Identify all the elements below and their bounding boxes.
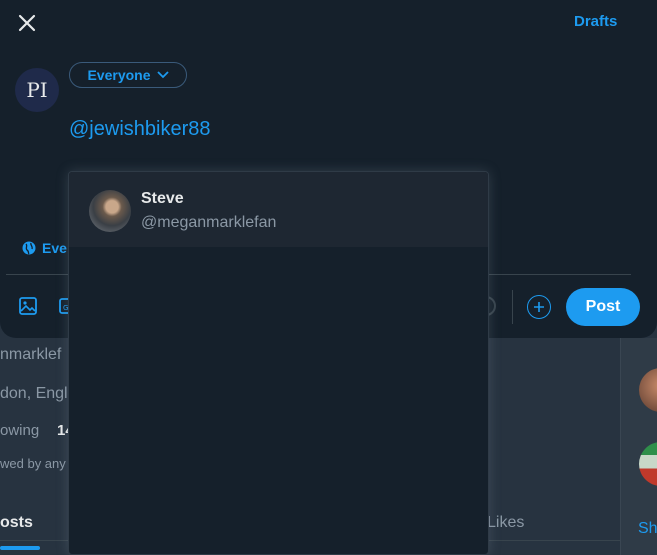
close-icon bbox=[18, 14, 36, 32]
toolbar-separator bbox=[512, 290, 513, 324]
bg-tab-posts[interactable]: osts bbox=[0, 514, 33, 532]
audience-selector[interactable]: Everyone bbox=[69, 62, 187, 88]
plus-icon bbox=[534, 302, 544, 312]
drafts-link[interactable]: Drafts bbox=[574, 13, 617, 30]
bg-handle: nmarklef bbox=[0, 346, 62, 363]
audience-label: Everyone bbox=[87, 67, 151, 83]
bg-right-column: Sh bbox=[620, 338, 657, 555]
gif-button[interactable]: G bbox=[58, 296, 68, 318]
close-button[interactable] bbox=[14, 10, 40, 36]
bg-avatar-1 bbox=[639, 368, 657, 412]
avatar[interactable]: PI bbox=[15, 68, 59, 112]
gif-icon: G bbox=[59, 298, 68, 314]
suggestion-handle: @meganmarklefan bbox=[141, 214, 277, 231]
suggestion-name: Steve bbox=[141, 190, 184, 207]
media-button[interactable] bbox=[18, 296, 40, 318]
bg-right-link[interactable]: Sh bbox=[638, 520, 657, 538]
bg-tab-underline bbox=[0, 546, 40, 550]
bg-location: don, Engla bbox=[0, 385, 77, 402]
reply-setting-button[interactable]: Eve bbox=[22, 240, 67, 256]
reply-setting-label: Eve bbox=[42, 240, 67, 256]
post-button[interactable]: Post bbox=[566, 288, 640, 326]
add-post-button[interactable] bbox=[527, 295, 551, 319]
compose-textarea[interactable]: @jewishbiker88 bbox=[69, 118, 210, 141]
bg-tab-likes[interactable]: Likes bbox=[487, 514, 524, 532]
chevron-down-icon bbox=[156, 71, 169, 79]
mention-suggestion-item[interactable]: Steve @meganmarklefan bbox=[69, 172, 488, 247]
image-icon bbox=[19, 297, 37, 315]
bg-viewed-text: wed by any bbox=[0, 456, 66, 471]
bg-following-label: owing bbox=[0, 422, 40, 439]
globe-icon bbox=[22, 241, 36, 255]
mention-dropdown: Steve @meganmarklefan bbox=[68, 171, 489, 555]
bg-avatar-2 bbox=[639, 442, 657, 486]
avatar bbox=[89, 190, 131, 232]
